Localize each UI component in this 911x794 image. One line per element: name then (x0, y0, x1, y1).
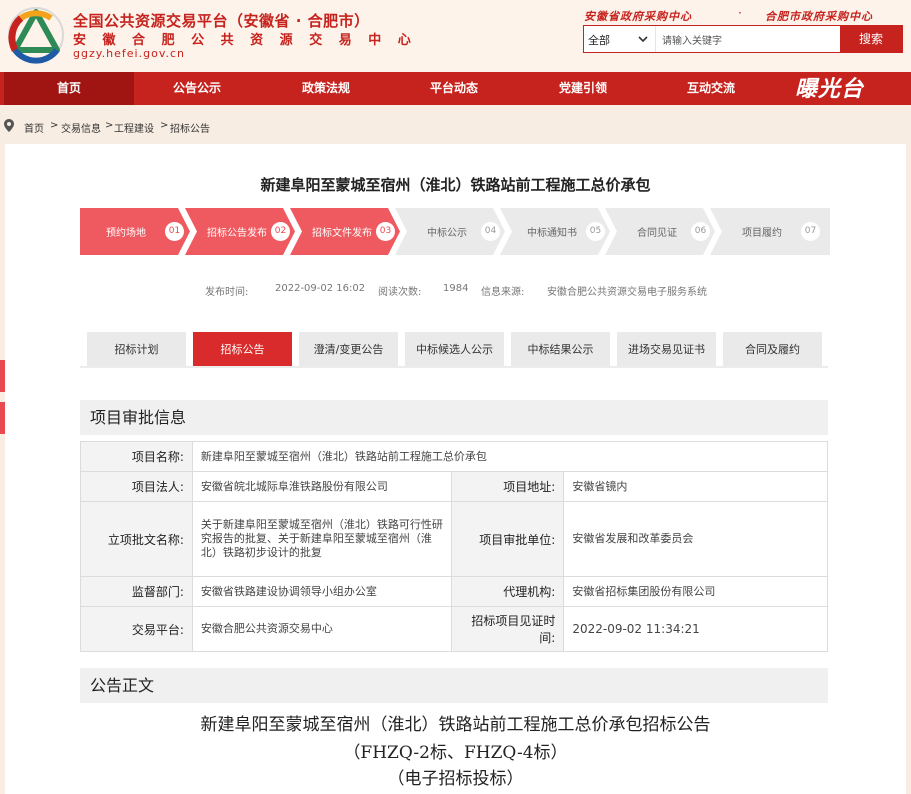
approval-info-table: 项目名称: 新建阜阳至蒙城至宿州（淮北）铁路站前工程施工总价承包 项目法人: 安… (80, 441, 829, 652)
site-header: 全国公共资源交易平台（安徽省 · 合肥市） 安 徽 合 肥 公 共 资 源 交 … (0, 0, 911, 72)
center-name: 安 徽 合 肥 公 共 资 源 交 易 中 心 (73, 33, 417, 48)
search-input[interactable]: 请输入关键字 (662, 32, 722, 47)
info-source: 安徽合肥公共资源交易电子服务系统 (547, 287, 707, 298)
breadcrumb-separator: > (50, 120, 59, 131)
tab-tender-notice[interactable]: 招标公告 (193, 332, 292, 367)
approval-unit-label: 项目审批单位: (451, 501, 565, 577)
breadcrumb-home[interactable]: 首页 (24, 120, 44, 135)
chevron-down-icon (638, 36, 648, 43)
tab-clarification[interactable]: 澄清/变更公告 (299, 332, 398, 367)
step-label: 招标文件发布 (312, 228, 372, 239)
step-label: 招标公告发布 (207, 228, 267, 239)
page-title: 新建阜阳至蒙城至宿州（淮北）铁路站前工程施工总价承包 (260, 176, 651, 194)
step-label: 项目履约 (742, 228, 782, 239)
publish-time-label: 发布时间: (205, 287, 249, 298)
project-name-label: 项目名称: (80, 441, 193, 472)
project-name: 新建阜阳至蒙城至宿州（淮北）铁路站前工程施工总价承包 (191, 441, 829, 472)
supervisor: 安徽省铁路建设协调领导小组办公室 (191, 576, 453, 607)
nav-item-interaction[interactable]: 互动交流 (646, 72, 776, 105)
announcement-section-heading: 公告正文 (80, 668, 828, 703)
publish-time: 2022-09-02 16:02 (275, 283, 366, 294)
tab-witness-certificate[interactable]: 进场交易见证书 (617, 332, 716, 367)
legal-person: 安徽省皖北城际阜淮铁路股份有限公司 (191, 471, 453, 502)
approval-unit: 安徽省发展和改革委员会 (563, 501, 828, 577)
nav-item-platform-news[interactable]: 平台动态 (389, 72, 519, 105)
notice-tabs: 招标计划 招标公告 澄清/变更公告 中标候选人公示 中标结果公示 进场交易见证书… (80, 332, 822, 367)
approval-section-heading: 项目审批信息 (80, 400, 828, 435)
approval-doc-label: 立项批文名称: (80, 501, 193, 577)
witness-time-label: 招标项目见证时间: (451, 606, 565, 652)
breadcrumb-trade-info[interactable]: 交易信息 (61, 120, 101, 135)
table-row: 监督部门: 安徽省铁路建设协调领导小组办公室 代理机构: 安徽省招标集团股份有限… (80, 576, 828, 607)
table-row: 项目法人: 安徽省皖北城际阜淮铁路股份有限公司 项目地址: 安徽省镜内 (80, 471, 828, 502)
nav-item-home[interactable]: 首页 (4, 72, 134, 105)
announcement-mode: （电子招标投标） (387, 769, 524, 789)
announcement-title: 新建阜阳至蒙城至宿州（淮北）铁路站前工程施工总价承包招标公告 (200, 715, 711, 735)
tab-divider (80, 366, 828, 368)
location-pin-icon (4, 119, 14, 132)
nav-item-announcements[interactable]: 公告公示 (132, 72, 262, 105)
trading-platform: 安徽合肥公共资源交易中心 (191, 606, 453, 652)
step-label: 合同见证 (637, 228, 677, 239)
step-number: 01 (165, 222, 184, 241)
step-label: 预约场地 (106, 228, 146, 239)
step-label: 中标通知书 (527, 228, 577, 239)
platform-label: 交易平台: (80, 606, 193, 652)
project-address-label: 项目地址: (451, 471, 565, 502)
announcement-lots: （FHZQ-2标、FHZQ-4标） (343, 743, 568, 763)
table-row: 项目名称: 新建阜阳至蒙城至宿州（淮北）铁路站前工程施工总价承包 (80, 441, 829, 472)
search-scope-value: 全部 (588, 34, 610, 47)
breadcrumb-tender-notice: 招标公告 (170, 124, 210, 135)
approval-doc: 关于新建阜阳至蒙城至宿州（淮北）铁路可行性研究报告的批复、关于新建阜阳至蒙城至宿… (191, 501, 453, 577)
tab-contract[interactable]: 合同及履约 (723, 332, 822, 367)
step-number: 03 (376, 222, 395, 241)
process-steps: 预约场地 01 招标公告发布 02 招标文件发布 03 中标公示 04 中标通知… (80, 208, 830, 255)
tab-result-notice[interactable]: 中标结果公示 (511, 332, 610, 367)
nav-item-policies[interactable]: 政策法规 (261, 72, 391, 105)
nav-item-party-building[interactable]: 党建引领 (518, 72, 648, 105)
witness-time: 2022-09-02 11:34:21 (563, 606, 828, 652)
project-address: 安徽省镜内 (563, 471, 828, 502)
site-url: ggzy.hefei.gov.cn (73, 47, 185, 60)
breadcrumb-construction[interactable]: 工程建设 (114, 120, 154, 135)
step-number: 07 (801, 222, 820, 241)
step-number: 06 (691, 222, 710, 241)
search-scope-select[interactable]: 全部 (584, 26, 656, 52)
search-bar: 全部 请输入关键字 搜索 (583, 25, 903, 53)
platform-logo-icon[interactable] (7, 6, 65, 64)
legal-person-label: 项目法人: (80, 471, 193, 502)
main-nav: 首页 公告公示 政策法规 平台动态 党建引领 互动交流 曝光台 (0, 72, 911, 105)
breadcrumb-separator: > (105, 120, 114, 131)
step-label: 中标公示 (427, 228, 467, 239)
agency: 安徽省招标集团股份有限公司 (563, 576, 828, 607)
exposure-platform-link[interactable]: 曝光台 (795, 74, 864, 104)
table-row: 交易平台: 安徽合肥公共资源交易中心 招标项目见证时间: 2022-09-02 … (80, 606, 828, 652)
table-row: 立项批文名称: 关于新建阜阳至蒙城至宿州（淮北）铁路可行性研究报告的批复、关于新… (80, 501, 828, 577)
search-button[interactable]: 搜索 (840, 26, 902, 52)
read-count: 1984 (443, 283, 469, 294)
tab-tender-plan[interactable]: 招标计划 (87, 332, 186, 367)
link-separator: · (738, 6, 742, 20)
breadcrumb-separator: > (160, 120, 169, 131)
agency-label: 代理机构: (451, 576, 565, 607)
platform-title: 全国公共资源交易平台（安徽省 · 合肥市） (73, 12, 370, 30)
step-number: 02 (271, 222, 290, 241)
province-procurement-link[interactable]: 安徽省政府采购中心 (584, 8, 692, 24)
read-count-label: 阅读次数: (378, 287, 422, 298)
tab-candidate-notice[interactable]: 中标候选人公示 (405, 332, 504, 367)
supervisor-label: 监督部门: (80, 576, 193, 607)
city-procurement-link[interactable]: 合肥市政府采购中心 (765, 8, 873, 24)
info-source-label: 信息来源: (481, 287, 525, 298)
step-number: 05 (586, 222, 605, 241)
step-number: 04 (481, 222, 500, 241)
